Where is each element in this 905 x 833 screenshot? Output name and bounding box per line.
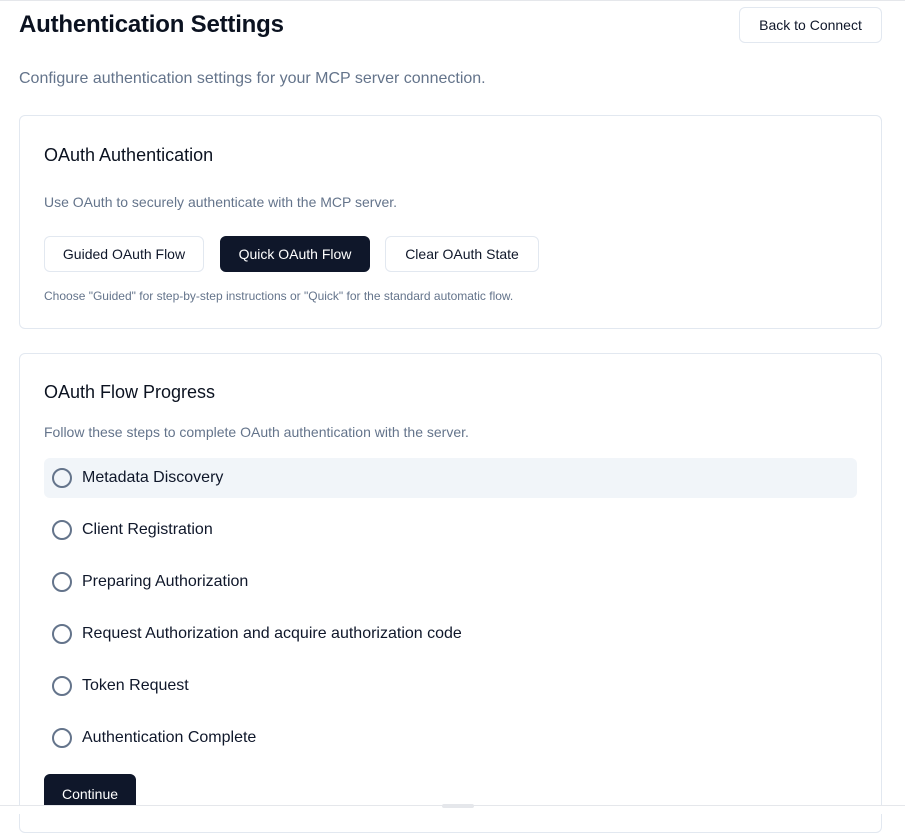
page-title: Authentication Settings	[19, 11, 284, 38]
step-token-request[interactable]: Token Request	[44, 666, 857, 706]
back-to-connect-button[interactable]: Back to Connect	[739, 7, 882, 43]
step-label: Client Registration	[82, 521, 213, 538]
step-label: Metadata Discovery	[82, 469, 224, 486]
oauth-authentication-card: OAuth Authentication Use OAuth to secure…	[19, 115, 882, 329]
step-pending-circle-icon	[52, 728, 72, 748]
resize-handle[interactable]	[442, 804, 474, 808]
step-label: Authentication Complete	[82, 729, 257, 746]
step-pending-circle-icon	[52, 572, 72, 592]
step-authentication-complete[interactable]: Authentication Complete	[44, 718, 857, 758]
step-pending-circle-icon	[52, 520, 72, 540]
oauth-card-description: Use OAuth to securely authenticate with …	[44, 194, 398, 210]
step-request-authorization[interactable]: Request Authorization and acquire author…	[44, 614, 857, 654]
oauth-steps-list: Metadata Discovery Client Registration P…	[44, 458, 857, 770]
guided-oauth-flow-button[interactable]: Guided OAuth Flow	[44, 236, 204, 272]
clear-oauth-state-button[interactable]: Clear OAuth State	[385, 236, 539, 272]
step-pending-circle-icon	[52, 468, 72, 488]
progress-card-description: Follow these steps to complete OAuth aut…	[44, 424, 469, 440]
step-preparing-authorization[interactable]: Preparing Authorization	[44, 562, 857, 602]
progress-card-title: OAuth Flow Progress	[44, 382, 216, 402]
step-metadata-discovery[interactable]: Metadata Discovery	[44, 458, 857, 498]
step-pending-circle-icon	[52, 676, 72, 696]
step-label: Request Authorization and acquire author…	[82, 625, 462, 642]
quick-oauth-flow-button[interactable]: Quick OAuth Flow	[220, 236, 370, 272]
page-description: Configure authentication settings for yo…	[19, 70, 486, 87]
step-label: Token Request	[82, 677, 189, 694]
oauth-card-title: OAuth Authentication	[44, 145, 214, 165]
oauth-flow-hint: Choose "Guided" for step-by-step instruc…	[44, 289, 514, 303]
step-pending-circle-icon	[52, 624, 72, 644]
top-divider	[0, 0, 905, 1]
step-label: Preparing Authorization	[82, 573, 249, 590]
step-client-registration[interactable]: Client Registration	[44, 510, 857, 550]
oauth-flow-progress-card: OAuth Flow Progress Follow these steps t…	[19, 353, 882, 833]
